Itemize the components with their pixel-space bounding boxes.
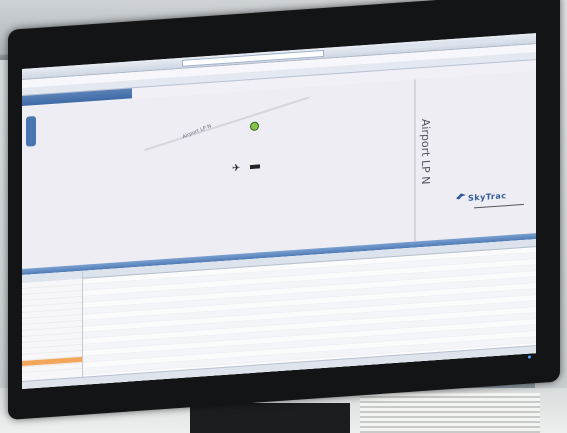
map-road-diagonal (144, 96, 310, 151)
power-indicator-icon (528, 355, 531, 359)
road-label-vertical: Airport LP N (419, 118, 432, 185)
map-navigation-icon[interactable] (26, 116, 36, 147)
monitor-stand (190, 403, 350, 433)
monitor-screen: Airport LP N Airport LP N ✈ SkyTrac (22, 33, 536, 390)
map-scale (474, 203, 524, 211)
aircraft-icon[interactable]: ✈ (232, 163, 246, 175)
left-panel (22, 270, 83, 390)
road-label-diagonal: Airport LP N (181, 123, 213, 141)
target-marker-icon[interactable] (250, 121, 259, 132)
skytrac-logo-icon (456, 193, 466, 200)
monitor: Airport LP N Airport LP N ✈ SkyTrac (8, 0, 560, 421)
window-blinds (360, 393, 540, 433)
skytrac-logo: SkyTrac (468, 191, 507, 203)
aircraft-tag (250, 164, 260, 170)
map-road-vertical (414, 79, 416, 242)
